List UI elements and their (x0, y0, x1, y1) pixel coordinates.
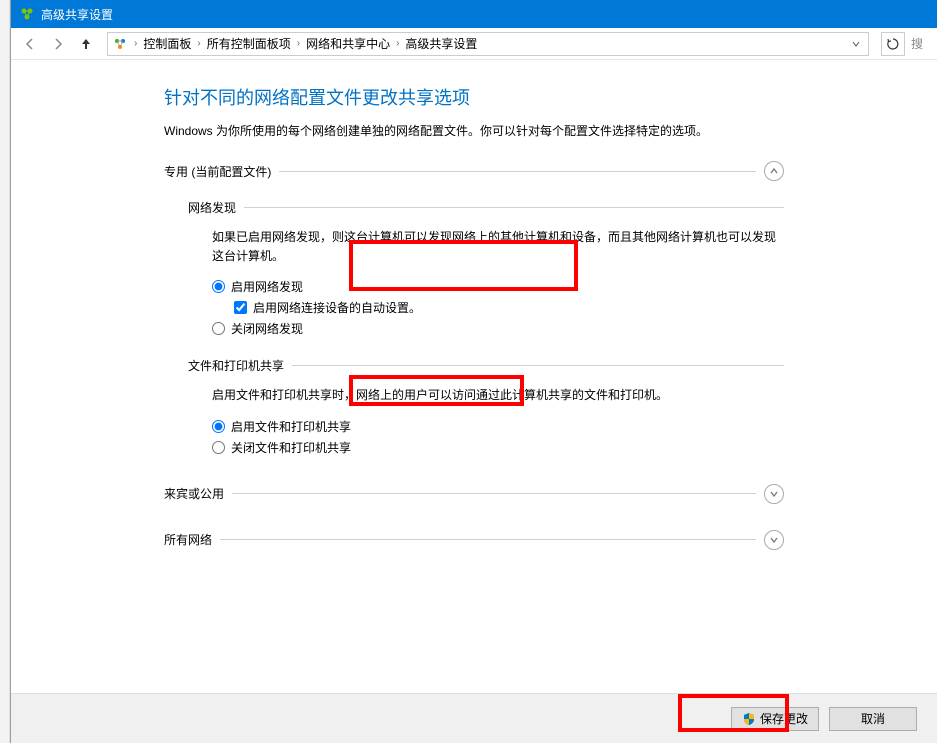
window: 高级共享设置 › 控制面板 › (10, 0, 937, 743)
divider (279, 171, 756, 172)
radio-label: 关闭网络发现 (231, 320, 303, 337)
divider (244, 207, 784, 208)
left-edge-strip (0, 0, 10, 743)
profile-all-header[interactable]: 所有网络 (164, 526, 784, 554)
save-label: 保存更改 (760, 710, 808, 727)
radio-input[interactable] (212, 420, 225, 433)
page-description: Windows 为你所使用的每个网络创建单独的网络配置文件。你可以针对每个配置文… (164, 122, 784, 139)
cancel-label: 取消 (861, 710, 885, 727)
file-sharing-desc: 启用文件和打印机共享时，网络上的用户可以访问通过此计算机共享的文件和打印机。 (212, 386, 784, 405)
titlebar: 高级共享设置 (11, 0, 937, 28)
breadcrumb-item[interactable]: 所有控制面板项 (207, 35, 291, 52)
expand-icon[interactable] (764, 530, 784, 550)
breadcrumb-dropdown[interactable] (848, 39, 864, 49)
collapse-icon[interactable] (764, 161, 784, 181)
radio-label: 启用文件和打印机共享 (231, 418, 351, 435)
breadcrumb[interactable]: › 控制面板 › 所有控制面板项 › 网络和共享中心 › 高级共享设置 (107, 32, 869, 56)
divider (292, 365, 784, 366)
search-hint[interactable]: 搜 (911, 32, 929, 56)
page-title: 针对不同的网络配置文件更改共享选项 (164, 84, 784, 110)
radio-label: 启用网络发现 (231, 278, 303, 295)
breadcrumb-item[interactable]: 控制面板 (143, 35, 191, 52)
profile-all-title: 所有网络 (164, 531, 212, 548)
profile-private-title: 专用 (当前配置文件) (164, 163, 271, 180)
radio-input[interactable] (212, 441, 225, 454)
divider (220, 539, 756, 540)
network-discovery-header: 网络发现 (188, 199, 784, 216)
checkbox-auto-config[interactable]: 启用网络连接设备的自动设置。 (234, 297, 784, 318)
radio-enable-network-discovery[interactable]: 启用网络发现 (212, 276, 784, 297)
breadcrumb-item[interactable]: 高级共享设置 (405, 35, 477, 52)
chevron-right-icon: › (293, 38, 304, 49)
content-area: 针对不同的网络配置文件更改共享选项 Windows 为你所使用的每个网络创建单独… (11, 60, 937, 693)
expand-icon[interactable] (764, 484, 784, 504)
shield-icon (742, 712, 756, 726)
window-title: 高级共享设置 (41, 6, 113, 23)
checkbox-label: 启用网络连接设备的自动设置。 (253, 299, 421, 316)
profile-guest-header[interactable]: 来宾或公用 (164, 480, 784, 508)
save-button[interactable]: 保存更改 (731, 707, 819, 731)
checkbox-input[interactable] (234, 301, 247, 314)
bottom-bar: 保存更改 取消 (11, 693, 937, 743)
radio-disable-file-sharing[interactable]: 关闭文件和打印机共享 (212, 437, 784, 458)
cancel-button[interactable]: 取消 (829, 707, 917, 731)
nav-row: › 控制面板 › 所有控制面板项 › 网络和共享中心 › 高级共享设置 搜 (11, 28, 937, 60)
radio-input[interactable] (212, 280, 225, 293)
file-sharing-title: 文件和打印机共享 (188, 357, 284, 374)
chevron-right-icon: › (130, 38, 141, 49)
app-icon (19, 6, 35, 22)
forward-button[interactable] (47, 33, 69, 55)
profile-private-header[interactable]: 专用 (当前配置文件) (164, 157, 784, 185)
back-button[interactable] (19, 33, 41, 55)
divider (232, 493, 756, 494)
radio-input[interactable] (212, 322, 225, 335)
radio-enable-file-sharing[interactable]: 启用文件和打印机共享 (212, 416, 784, 437)
network-discovery-desc: 如果已启用网络发现，则这台计算机可以发现网络上的其他计算机和设备，而且其他网络计… (212, 228, 784, 266)
file-sharing-header: 文件和打印机共享 (188, 357, 784, 374)
chevron-right-icon: › (193, 38, 204, 49)
up-button[interactable] (75, 33, 97, 55)
profile-guest-title: 来宾或公用 (164, 485, 224, 502)
network-icon (112, 36, 128, 52)
refresh-button[interactable] (881, 32, 905, 56)
network-discovery-title: 网络发现 (188, 199, 236, 216)
radio-label: 关闭文件和打印机共享 (231, 439, 351, 456)
radio-disable-network-discovery[interactable]: 关闭网络发现 (212, 318, 784, 339)
breadcrumb-item[interactable]: 网络和共享中心 (306, 35, 390, 52)
chevron-right-icon: › (392, 38, 403, 49)
